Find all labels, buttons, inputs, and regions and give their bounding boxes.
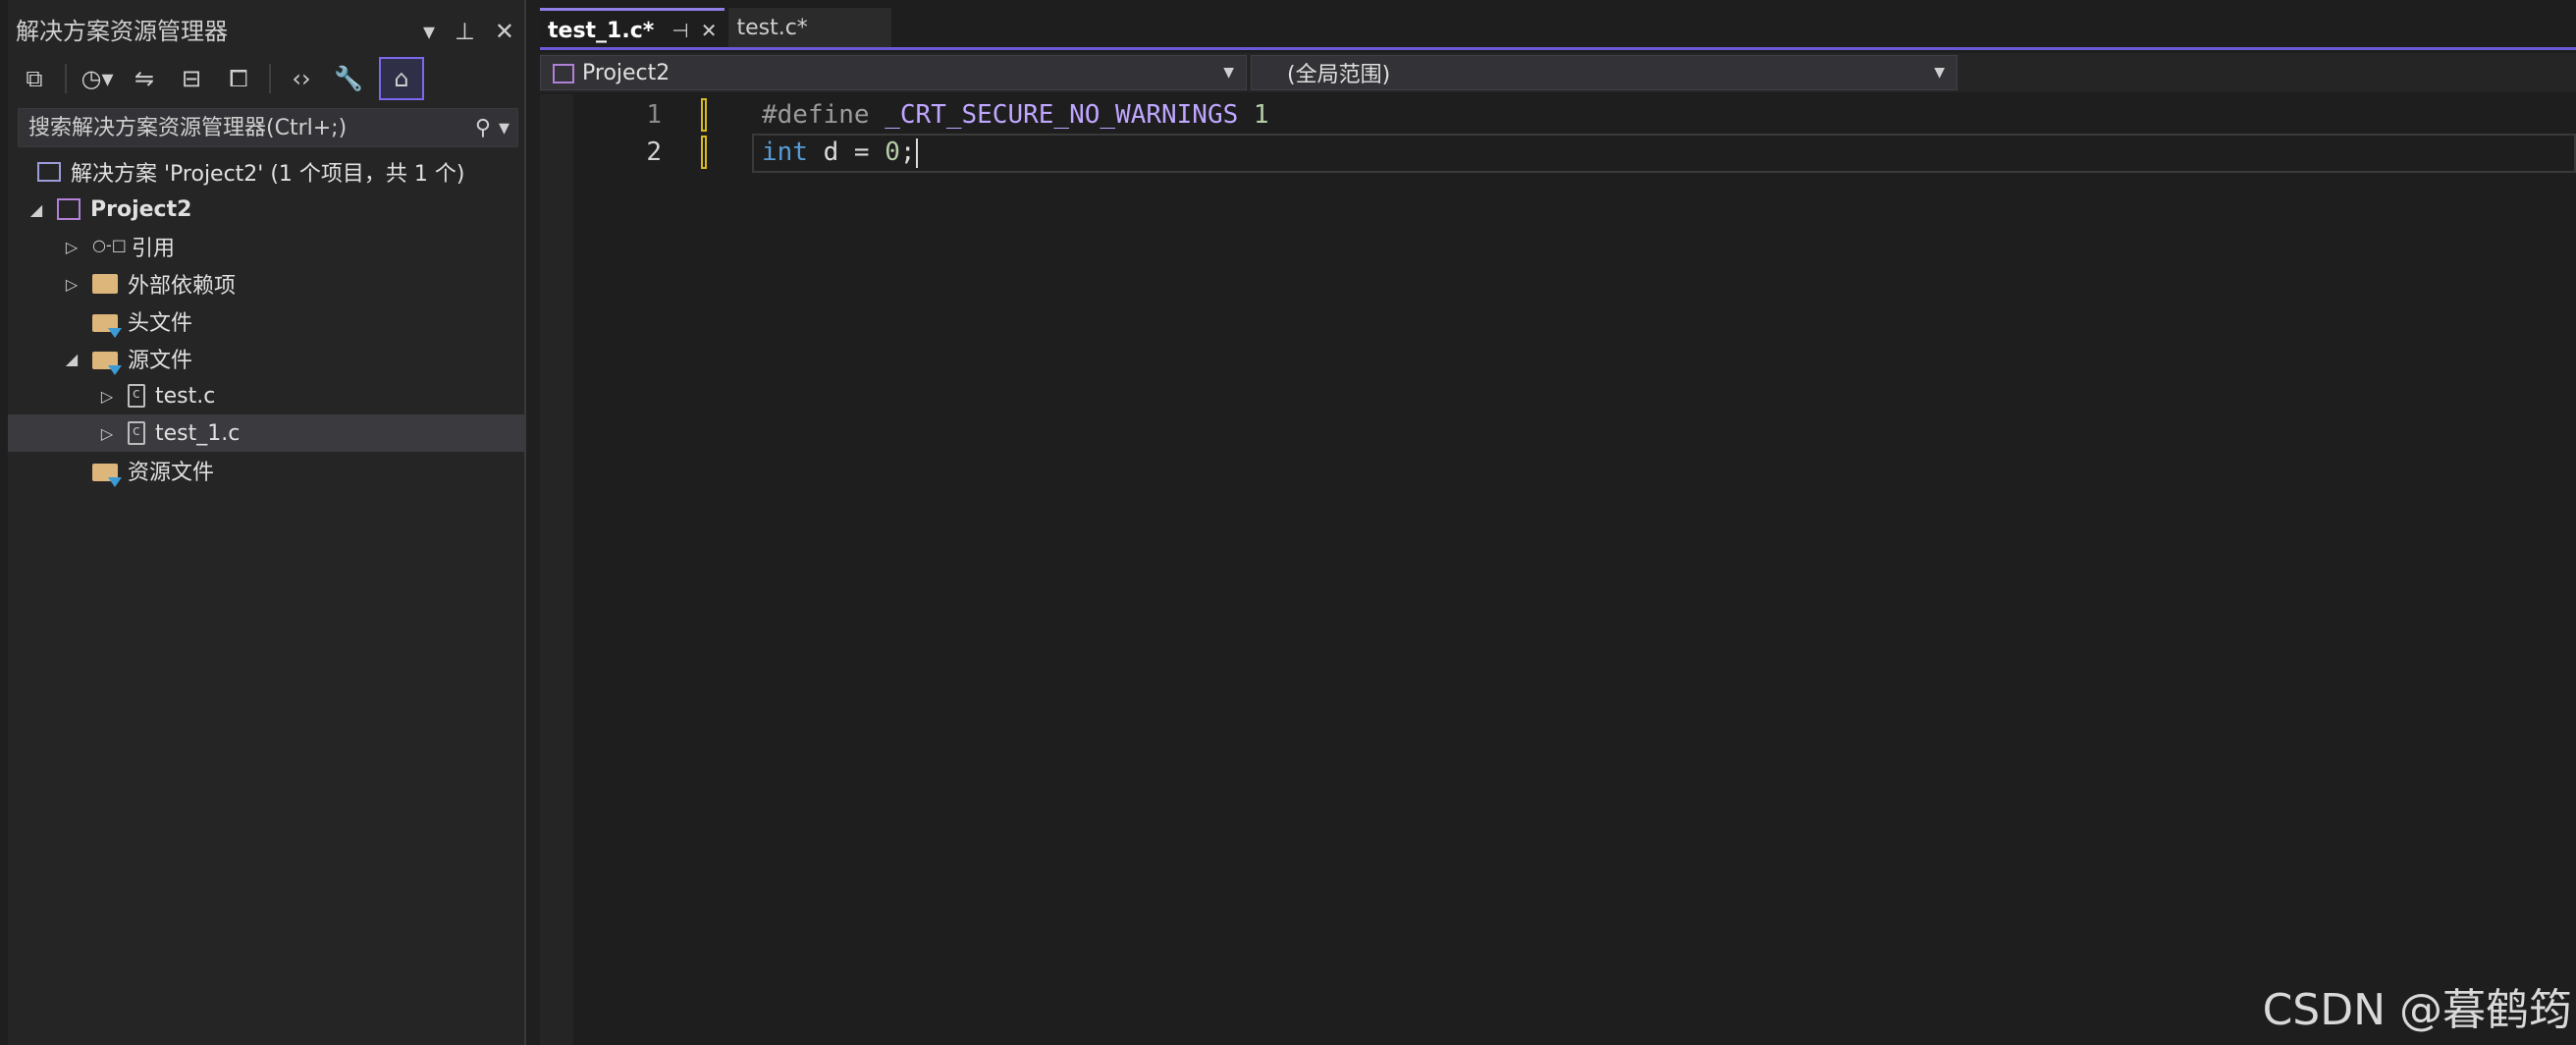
code-area[interactable]: 1 #define _CRT_SECURE_NO_WARNINGS 1 2 in… bbox=[573, 94, 2576, 1045]
c-file-icon bbox=[128, 421, 145, 445]
tree-item-label: Project2 bbox=[90, 196, 192, 222]
tree-item-label: 头文件 bbox=[128, 311, 193, 336]
solution-explorer-panel: 解决方案资源管理器 ▾ ⊥ ✕ ⧉ ◷▾ ⇋ ⊟ ⧠ ‹› 🔧 ⌂ ⚲ ▾ bbox=[8, 0, 526, 1045]
properties-wrench-icon[interactable]: 🔧 bbox=[332, 59, 365, 98]
preview-selected-items-icon[interactable]: ⌂ bbox=[379, 57, 424, 100]
search-input[interactable] bbox=[27, 114, 462, 141]
tab-controls: ⊣ ✕ bbox=[671, 19, 717, 42]
pin-icon[interactable]: ⊥ bbox=[455, 18, 475, 45]
toolbar-separator bbox=[269, 64, 271, 93]
code-editor: test_1.c* ⊣ ✕ test.c* Project2 ▼ (全局范围) … bbox=[540, 0, 2576, 1045]
collapse-all-icon[interactable]: ⊟ bbox=[175, 59, 208, 98]
search-options-chevron-down-icon[interactable]: ▾ bbox=[499, 116, 510, 140]
code-line: 1 #define _CRT_SECURE_NO_WARNINGS 1 bbox=[573, 96, 2576, 134]
tree-item-resource-files[interactable]: 资源文件 bbox=[8, 452, 524, 489]
document-tabs: test_1.c* ⊣ ✕ test.c* bbox=[540, 8, 2576, 50]
line-number: 1 bbox=[646, 100, 662, 130]
collapsed-arrow-icon[interactable]: ▷ bbox=[63, 275, 80, 294]
solution-explorer-toolbar: ⧉ ◷▾ ⇋ ⊟ ⧠ ‹› 🔧 ⌂ bbox=[18, 57, 518, 100]
code-token: ; bbox=[899, 138, 916, 167]
solution-tree: 解决方案 'Project2' (1 个项目，共 1 个) ◢ Project2… bbox=[8, 153, 524, 489]
editor-margin bbox=[540, 94, 573, 1045]
macro-value: 1 bbox=[1253, 100, 1269, 130]
pin-tab-icon[interactable]: ⊣ bbox=[671, 19, 688, 42]
line-number: 2 bbox=[646, 138, 662, 167]
scope-dropdown-label: (全局范围) bbox=[1287, 63, 1391, 87]
navigation-bar: Project2 ▼ (全局范围) ▼ bbox=[540, 53, 2576, 92]
tab-test-c[interactable]: test.c* bbox=[728, 8, 892, 47]
search-controls: ⚲ ▾ bbox=[475, 116, 510, 140]
tree-item-label: 外部依赖项 bbox=[128, 274, 237, 299]
collapsed-arrow-icon[interactable]: ▷ bbox=[63, 238, 80, 256]
solution-explorer-search: ⚲ ▾ bbox=[18, 108, 518, 147]
collapsed-arrow-icon[interactable]: ▷ bbox=[98, 387, 116, 406]
tree-item-label: 资源文件 bbox=[128, 461, 215, 485]
code-line-current: 2 int d = 0; bbox=[573, 134, 2576, 173]
text-caret bbox=[915, 138, 918, 168]
sync-with-active-document-icon[interactable]: ⇋ bbox=[128, 59, 161, 98]
search-icon[interactable]: ⚲ bbox=[475, 116, 491, 140]
tree-item-test-c[interactable]: ▷ test.c bbox=[8, 377, 524, 414]
code-text: int d = 0; bbox=[762, 134, 918, 171]
unsaved-change-marker bbox=[701, 98, 707, 132]
solution-icon bbox=[37, 162, 61, 182]
tree-item-source-files[interactable]: ◢ 源文件 bbox=[8, 340, 524, 377]
close-icon[interactable]: ✕ bbox=[495, 18, 514, 45]
tree-item-test1-c[interactable]: ▷ test_1.c bbox=[8, 414, 524, 452]
project-icon bbox=[553, 63, 574, 83]
view-code-icon[interactable]: ‹› bbox=[285, 59, 318, 98]
tab-label: test.c* bbox=[736, 15, 808, 40]
c-file-icon bbox=[128, 384, 145, 408]
number-literal: 0 bbox=[885, 138, 900, 167]
tab-label: test_1.c* bbox=[548, 18, 655, 43]
active-tab-accent-line bbox=[540, 47, 2576, 50]
project-dropdown-label: Project2 bbox=[582, 60, 671, 85]
code-text: #define _CRT_SECURE_NO_WARNINGS 1 bbox=[762, 96, 1269, 134]
filter-folder-icon bbox=[92, 352, 122, 375]
filter-folder-icon bbox=[92, 464, 122, 487]
scope-dropdown[interactable]: (全局范围) ▼ bbox=[1251, 55, 1958, 90]
filter-folder-icon bbox=[92, 314, 122, 338]
panel-dropdown-icon[interactable]: ▾ bbox=[423, 18, 435, 45]
vs-window: 解决方案资源管理器 ▾ ⊥ ✕ ⧉ ◷▾ ⇋ ⊟ ⧠ ‹› 🔧 ⌂ ⚲ ▾ bbox=[0, 0, 2576, 1045]
tree-item-label: 引用 bbox=[132, 237, 176, 261]
code-token: d = bbox=[807, 138, 886, 167]
preprocessor-directive: #define bbox=[762, 100, 870, 130]
toolbar-separator bbox=[65, 64, 67, 93]
tree-item-external-dependencies[interactable]: ▷ 外部依赖项 bbox=[8, 265, 524, 302]
tab-test1-c[interactable]: test_1.c* ⊣ ✕ bbox=[540, 8, 725, 50]
references-icon bbox=[92, 234, 127, 259]
unsaved-change-marker bbox=[701, 136, 707, 169]
tree-item-header-files[interactable]: 头文件 bbox=[8, 302, 524, 340]
chevron-down-icon: ▼ bbox=[1934, 65, 1945, 81]
external-dependencies-icon bbox=[92, 274, 118, 294]
type-keyword: int bbox=[762, 138, 808, 167]
show-all-files-icon[interactable]: ⧠ bbox=[222, 59, 255, 98]
panel-title-controls: ▾ ⊥ ✕ bbox=[423, 10, 514, 53]
switch-views-icon[interactable]: ⧉ bbox=[18, 59, 51, 98]
macro-name: _CRT_SECURE_NO_WARNINGS bbox=[885, 100, 1239, 130]
close-tab-icon[interactable]: ✕ bbox=[701, 19, 718, 42]
tree-item-label: test.c bbox=[155, 383, 216, 409]
tree-item-label: 解决方案 'Project2' (1 个项目，共 1 个) bbox=[71, 162, 465, 187]
project-icon bbox=[57, 198, 80, 220]
tree-item-project[interactable]: ◢ Project2 bbox=[8, 191, 524, 228]
tree-item-label: 源文件 bbox=[128, 349, 193, 373]
project-dropdown[interactable]: Project2 ▼ bbox=[540, 55, 1247, 90]
tree-item-solution[interactable]: 解决方案 'Project2' (1 个项目，共 1 个) bbox=[8, 153, 524, 191]
collapsed-arrow-icon[interactable]: ▷ bbox=[98, 424, 116, 443]
chevron-down-icon: ▼ bbox=[1223, 65, 1234, 81]
tree-item-label: test_1.c bbox=[155, 420, 241, 446]
pending-changes-filter-icon[interactable]: ◷▾ bbox=[80, 59, 114, 98]
current-line-highlight bbox=[752, 134, 2576, 173]
watermark: CSDN @暮鹤筠 bbox=[2262, 985, 2572, 1035]
expanded-arrow-icon[interactable]: ◢ bbox=[63, 350, 80, 368]
expanded-arrow-icon[interactable]: ◢ bbox=[27, 200, 45, 219]
tree-item-references[interactable]: ▷ 引用 bbox=[8, 228, 524, 265]
